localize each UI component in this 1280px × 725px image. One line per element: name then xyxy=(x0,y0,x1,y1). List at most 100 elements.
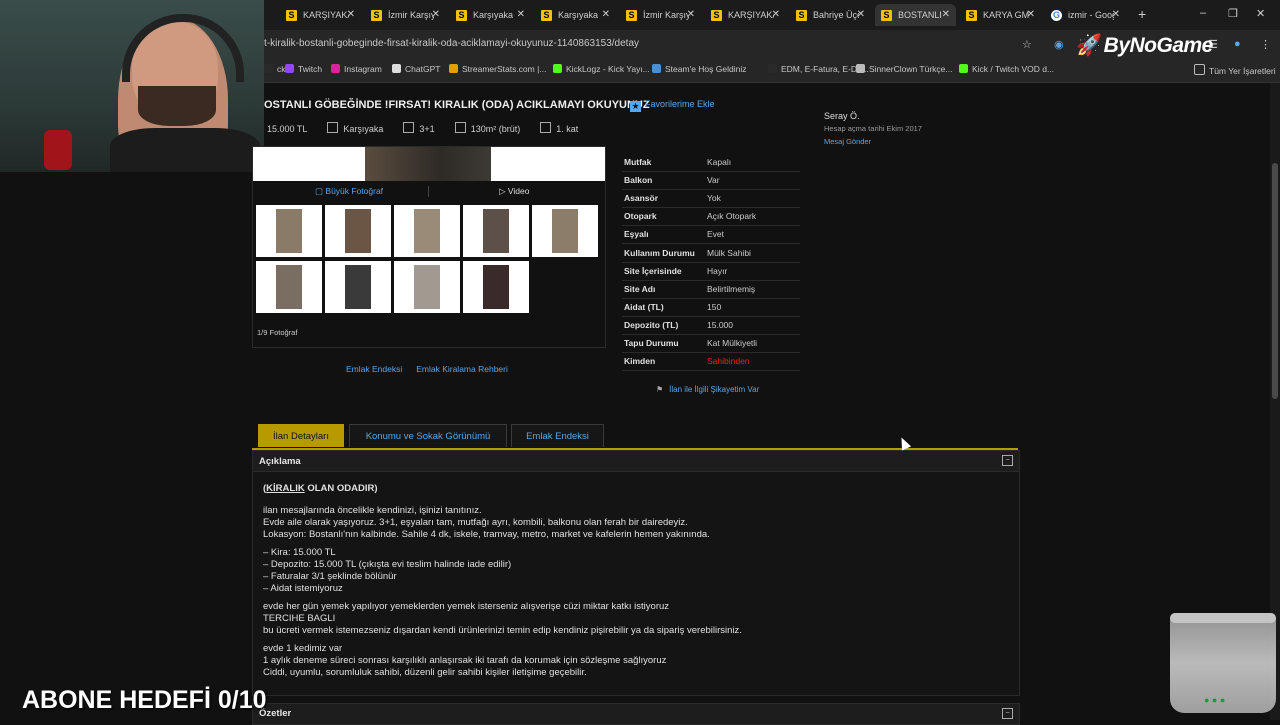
description-paragraph: evde her gün yemek yapılıyor yemeklerden… xyxy=(263,601,1003,637)
video-tab[interactable]: ▷ Video xyxy=(499,186,530,197)
headset xyxy=(122,14,244,82)
browser-tab[interactable]: S Karşıyaka ✕ xyxy=(450,4,531,26)
all-bookmarks-folder[interactable]: Tüm Yer İşaretleri xyxy=(1194,64,1276,76)
browser-tab[interactable]: S İzmir Karşıyaka✕ xyxy=(620,4,701,26)
detail-value: 150 xyxy=(707,301,722,312)
detail-row: Mutfak Kapalı xyxy=(622,153,800,172)
close-tab-icon[interactable]: ✕ xyxy=(942,9,950,20)
minimize-button[interactable]: – xyxy=(1200,7,1206,19)
bookmark-favicon-icon xyxy=(331,64,340,73)
bookmark-item[interactable]: KickLogz - Kick Yayı... xyxy=(553,64,650,74)
main-photo[interactable] xyxy=(253,147,605,181)
browser-tab[interactable]: S KARŞIYAKA ✕ xyxy=(705,4,786,26)
bookmark-item[interactable]: EDM, E-Fatura, E-De... xyxy=(768,64,869,74)
photo-gallery: ▢ Büyük Fotoğraf ▷ Video 1/9 Fotoğraf xyxy=(252,146,606,348)
description-line: – Aidat istemiyoruz xyxy=(263,583,343,594)
browser-tab[interactable]: S Bahriye Üçok✕ xyxy=(790,4,871,26)
new-tab-button[interactable]: + xyxy=(1138,6,1146,22)
emlak-links: Emlak Endeksi Emlak Kiralama Rehberi xyxy=(346,364,522,374)
tab-label: Bahriye Üçok xyxy=(813,10,859,20)
photo-tab-divider xyxy=(428,186,429,197)
audio-icon[interactable]: ◉ xyxy=(1054,38,1064,51)
summary-section-header[interactable]: Özetler − xyxy=(252,703,1020,725)
tab-label: BOSTANLI xyxy=(898,10,942,20)
folder-icon xyxy=(1194,64,1205,75)
close-tab-icon[interactable]: ✕ xyxy=(347,9,355,20)
browser-tab[interactable]: S BOSTANLI ✕ xyxy=(875,4,956,26)
photo-thumbnail[interactable] xyxy=(394,261,460,313)
close-tab-icon[interactable]: ✕ xyxy=(1112,9,1120,20)
close-tab-icon[interactable]: ✕ xyxy=(1027,9,1035,20)
bookmark-star-icon[interactable]: ☆ xyxy=(1022,38,1032,51)
description-paragraph: ilan mesajlarında öncelikle kendinizi, i… xyxy=(263,505,1003,541)
collapse-summary-icon[interactable]: − xyxy=(1002,708,1013,719)
browser-tab[interactable]: Gizmir - Google✕ xyxy=(1045,4,1126,26)
photo-tabs: ▢ Büyük Fotoğraf ▷ Video xyxy=(253,183,605,199)
complaint-link[interactable]: ⚑ İlan ile İlgili Şikayetim Var xyxy=(656,385,759,394)
photo-thumbnail[interactable] xyxy=(325,261,391,313)
page-tab[interactable]: Konumu ve Sokak Görünümü xyxy=(349,424,507,447)
close-tab-icon[interactable]: ✕ xyxy=(772,9,780,20)
bookmark-item[interactable]: StreamerStats.com |... xyxy=(449,64,546,74)
photo-thumbnail[interactable] xyxy=(532,205,598,257)
restore-button[interactable]: ❐ xyxy=(1228,7,1238,20)
detail-key: Mutfak xyxy=(624,157,652,167)
bookmark-item[interactable]: SinnerClown Türkçe... xyxy=(856,64,952,74)
emlak-kiralama-rehberi-link[interactable]: Emlak Kiralama Rehberi xyxy=(416,364,508,374)
page-tab[interactable]: İlan Detayları xyxy=(258,424,344,447)
close-tab-icon[interactable]: ✕ xyxy=(602,9,610,20)
profile-icon[interactable]: ● xyxy=(1234,38,1241,50)
detail-key: Aidat (TL) xyxy=(624,301,664,312)
photo-thumbnail[interactable] xyxy=(394,205,460,257)
browser-tab[interactable]: S İzmir Karşıyaka✕ xyxy=(365,4,446,26)
detail-row: Tapu Durumu Kat Mülkiyetli xyxy=(622,334,800,353)
collapse-icon[interactable]: − xyxy=(1002,455,1013,466)
subscriber-goal-overlay: ABONE HEDEFİ 0/10 xyxy=(22,686,267,714)
tab-label: Karşıyaka xyxy=(558,10,599,20)
tab-label: izmir - Google xyxy=(1068,10,1114,20)
browser-tab[interactable]: S Karşıyaka ✕ xyxy=(535,4,616,26)
large-photo-tab[interactable]: ▢ Büyük Fotoğraf xyxy=(315,186,383,197)
description-line: 1 aylık deneme süreci sonrası karşılıklı… xyxy=(263,655,667,666)
detail-value: Yok xyxy=(707,193,721,204)
send-message-link[interactable]: Mesaj Gönder xyxy=(824,137,871,146)
large-photo-label: Büyük Fotoğraf xyxy=(325,186,384,196)
tab-favicon-icon: S xyxy=(711,9,722,21)
bookmark-item[interactable]: ChatGPT xyxy=(392,64,440,74)
bookmark-item[interactable]: Steam'e Hoş Geldiniz xyxy=(652,64,746,74)
photo-thumbnail[interactable] xyxy=(463,261,529,313)
tab-label: Karşıyaka xyxy=(473,10,514,20)
close-tab-icon[interactable]: ✕ xyxy=(857,9,865,20)
browser-tab[interactable]: S KARYA GM ✕ xyxy=(960,4,1041,26)
photo-thumbnail[interactable] xyxy=(256,205,322,257)
add-favorite-link[interactable]: ★ Favorilerime Ekle xyxy=(630,99,715,112)
description-body: (KİRALIK OLAN ODADIR) ilan mesajlarında … xyxy=(263,483,1003,685)
jar-rim xyxy=(1170,613,1276,623)
image-icon: ▢ xyxy=(315,186,326,196)
microphone xyxy=(44,130,72,170)
flag-icon: ⚑ xyxy=(656,385,664,394)
page-tab[interactable]: Emlak Endeksi xyxy=(511,424,604,447)
browser-tab[interactable]: S KARŞIYAKA ✕ xyxy=(280,4,361,26)
emlak-endeksi-link[interactable]: Emlak Endeksi xyxy=(346,364,402,374)
menu-icon[interactable]: ⋮ xyxy=(1260,38,1271,51)
bookmark-favicon-icon xyxy=(392,64,401,73)
bookmark-item[interactable]: Twitch xyxy=(285,64,322,74)
add-favorite-label: Favorilerime Ekle xyxy=(645,99,715,109)
detail-key: Balkon xyxy=(624,175,653,186)
description-line: Ciddi, uyumlu, sorumluluk sahibi, düzenl… xyxy=(263,667,587,678)
photo-thumbnail[interactable] xyxy=(256,261,322,313)
url-text[interactable]: t-kiralik-bostanli-gobeginde-firsat-kira… xyxy=(264,38,639,49)
photo-thumbnail[interactable] xyxy=(463,205,529,257)
close-window-button[interactable]: ✕ xyxy=(1256,7,1265,20)
scrollbar-thumb[interactable] xyxy=(1272,163,1278,399)
summary-item: Karşıyaka xyxy=(327,122,383,134)
bookmark-item[interactable]: Kick / Twitch VOD d... xyxy=(959,64,1054,74)
description-header[interactable]: Açıklama − xyxy=(253,451,1019,472)
bookmark-item[interactable]: Instagram xyxy=(331,64,382,74)
close-tab-icon[interactable]: ✕ xyxy=(517,9,525,20)
photo-thumbnail[interactable] xyxy=(325,205,391,257)
close-tab-icon[interactable]: ✕ xyxy=(432,9,440,20)
bookmark-item[interactable]: ck xyxy=(264,64,286,74)
close-tab-icon[interactable]: ✕ xyxy=(687,9,695,20)
